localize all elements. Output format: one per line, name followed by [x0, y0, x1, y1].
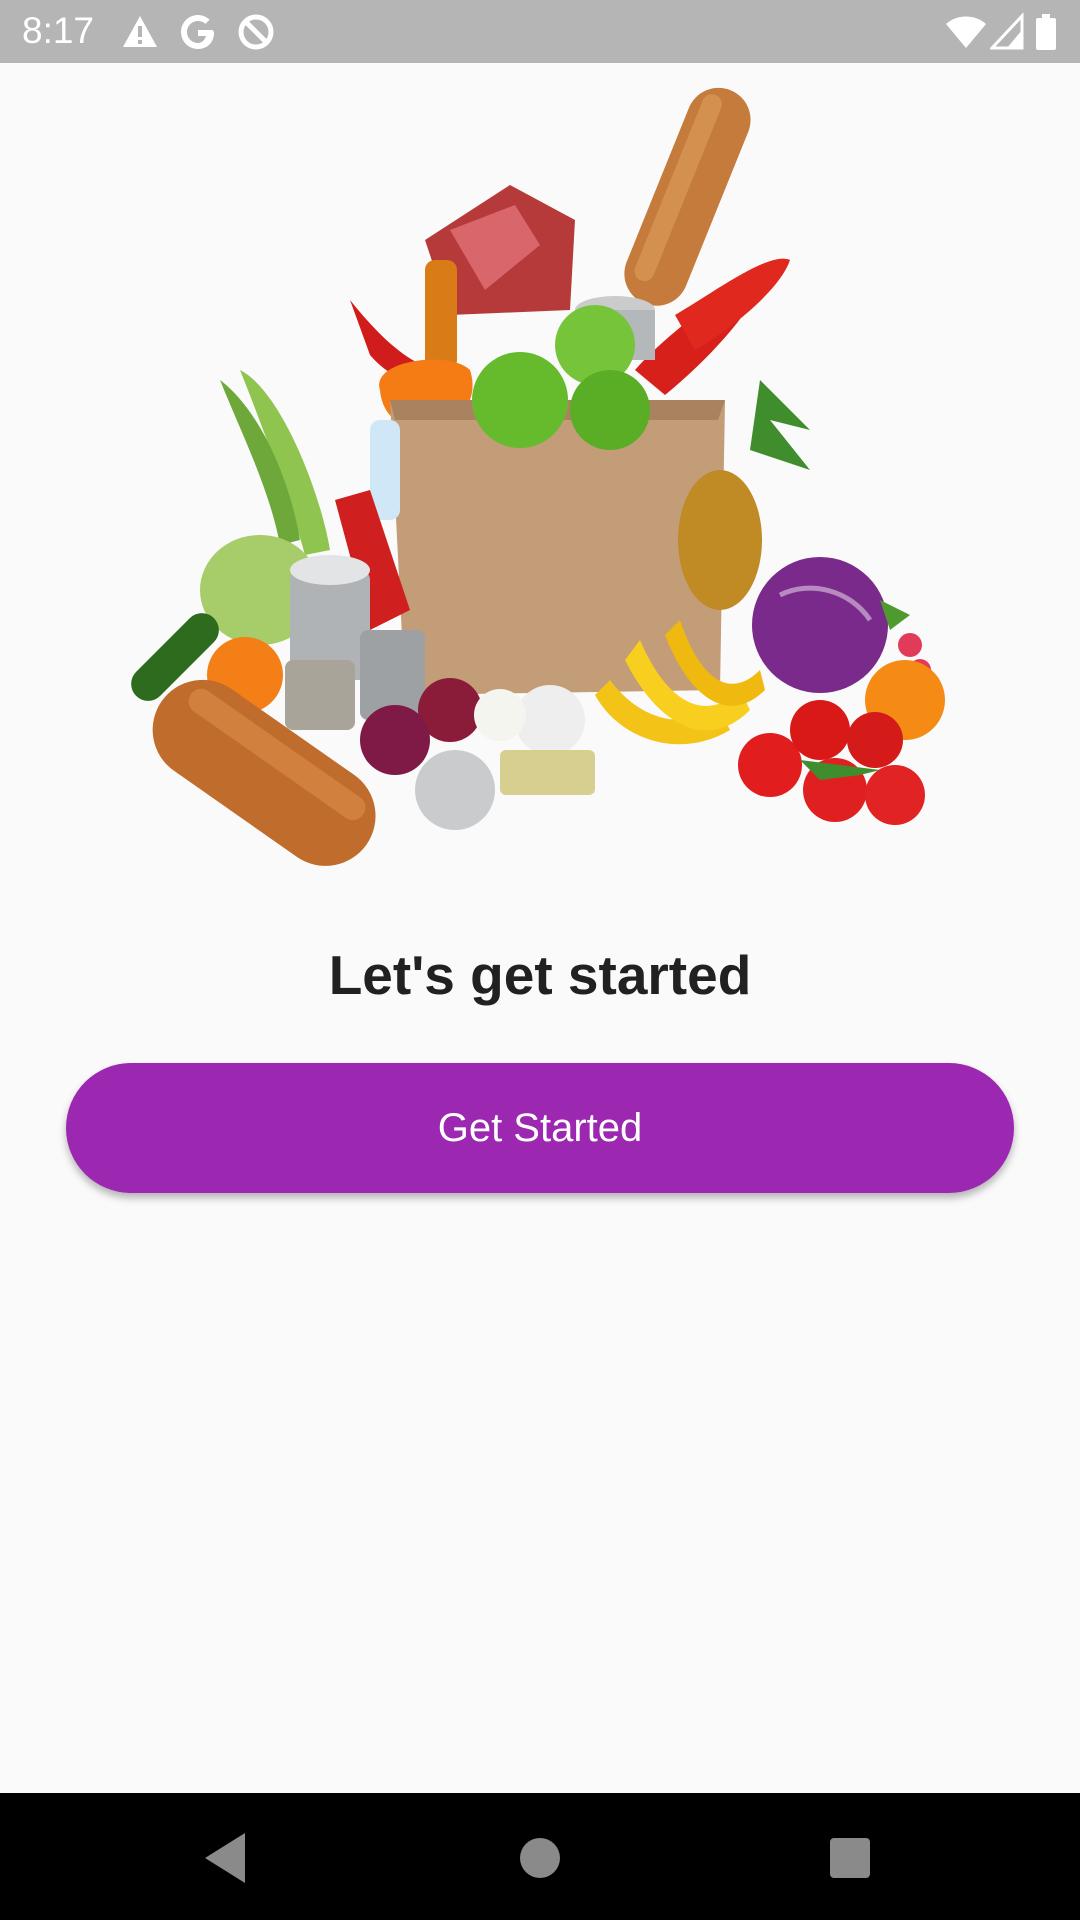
status-bar: 8:17	[0, 0, 1080, 63]
warning-icon	[120, 12, 160, 52]
battery-icon	[1034, 12, 1058, 52]
back-icon[interactable]	[190, 1823, 260, 1893]
hero-image	[120, 70, 960, 870]
google-g-icon	[178, 12, 218, 52]
wifi-icon	[944, 12, 988, 52]
system-nav-bar	[0, 1793, 1080, 1920]
recents-icon[interactable]	[815, 1823, 885, 1893]
get-started-button[interactable]: Get Started	[66, 1063, 1014, 1193]
home-icon[interactable]	[505, 1823, 575, 1893]
page-title: Let's get started	[328, 944, 752, 1006]
status-time: 8:17	[22, 10, 95, 51]
data-saver-icon	[236, 12, 276, 52]
grocery-bag-illustration	[131, 87, 945, 866]
cell-signal-icon	[990, 12, 1024, 52]
